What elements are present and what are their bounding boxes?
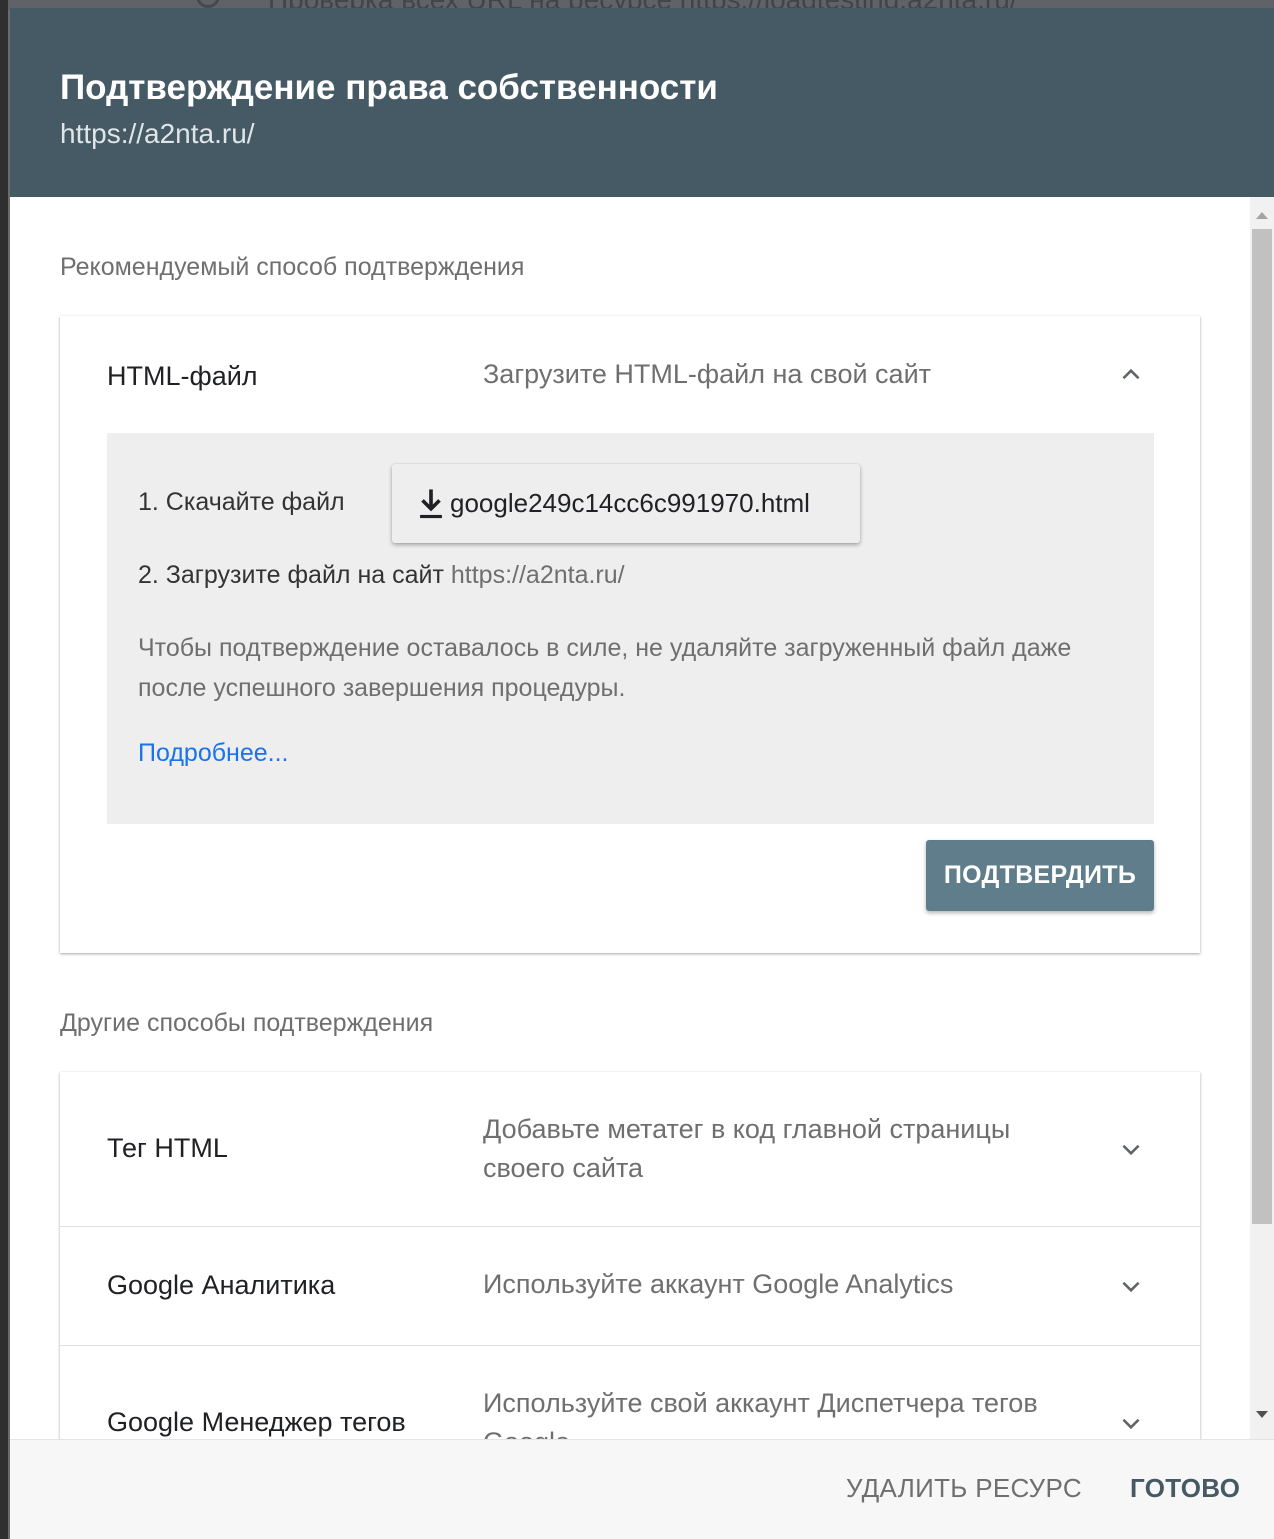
- dialog-footer: УДАЛИТЬ РЕСУРС ГОТОВО: [10, 1439, 1274, 1539]
- search-icon: [196, 0, 220, 8]
- step-1-label: 1. Скачайте файл: [138, 488, 345, 516]
- html-file-instructions-panel: 1. Скачайте файл google249c14cc6c991970.…: [107, 433, 1154, 824]
- method-description: Используйте аккаунт Google Analytics: [483, 1269, 954, 1299]
- dialog-subtitle: https://a2nta.ru/: [60, 118, 255, 149]
- method-name: HTML-файл: [107, 361, 258, 391]
- download-filename: google249c14cc6c991970.html: [450, 488, 810, 518]
- method-row-google-analytics[interactable]: Google Аналитика Используйте аккаунт Goo…: [60, 1227, 1200, 1346]
- method-row-google-tag-manager[interactable]: Google Менеджер тегов Используйте свой а…: [60, 1346, 1200, 1439]
- delete-resource-button[interactable]: УДАЛИТЬ РЕСУРС: [846, 1473, 1082, 1504]
- method-description: Добавьте метатег в код главной страницы …: [483, 1114, 1011, 1183]
- method-name: Google Аналитика: [107, 1270, 336, 1300]
- step-2-url: https://a2nta.ru/: [450, 561, 625, 589]
- dialog-scroll-area[interactable]: Рекомендуемый способ подтверждения HTML-…: [10, 197, 1274, 1439]
- method-description: Загрузите HTML-файл на свой сайт: [483, 359, 932, 389]
- recommended-section-label: Рекомендуемый способ подтверждения: [60, 253, 525, 281]
- chevron-down-icon[interactable]: [1118, 1273, 1144, 1299]
- chevron-down-icon[interactable]: [1118, 1136, 1144, 1162]
- background-left-edge: [0, 0, 8, 1539]
- ownership-verification-dialog: Подтверждение права собственности https:…: [10, 8, 1274, 1539]
- learn-more-link[interactable]: Подробнее...: [138, 739, 289, 768]
- method-row-html-tag[interactable]: Тег HTML Добавьте метатег в код главной …: [60, 1072, 1200, 1227]
- download-file-button[interactable]: google249c14cc6c991970.html: [392, 464, 860, 543]
- dialog-title: Подтверждение права собственности: [60, 68, 718, 107]
- recommended-method-card: HTML-файл Загрузите HTML-файл на свой са…: [60, 316, 1200, 953]
- verification-note: Чтобы подтверждение оставалось в силе, н…: [138, 634, 1072, 702]
- dialog-scrollbar[interactable]: [1250, 197, 1274, 1439]
- confirm-button[interactable]: ПОДТВЕРДИТЬ: [926, 840, 1154, 911]
- method-description: Используйте свой аккаунт Диспетчера тего…: [483, 1388, 1038, 1439]
- scroll-up-arrow-icon[interactable]: [1250, 203, 1274, 227]
- dialog-header: Подтверждение права собственности https:…: [10, 8, 1274, 197]
- download-icon: [416, 487, 446, 521]
- other-methods-card: Тег HTML Добавьте метатег в код главной …: [60, 1072, 1200, 1439]
- method-name: Google Менеджер тегов: [107, 1407, 406, 1437]
- chevron-down-icon[interactable]: [1118, 1410, 1144, 1436]
- chevron-up-icon[interactable]: [1118, 362, 1144, 388]
- scroll-down-arrow-icon[interactable]: [1250, 1403, 1274, 1427]
- step-2-text: 2. Загрузите файл на сайт: [138, 561, 444, 589]
- scrollbar-thumb[interactable]: [1252, 229, 1272, 1224]
- step-2-label: 2. Загрузите файл на сайт https://a2nta.…: [138, 561, 625, 590]
- done-button[interactable]: ГОТОВО: [1130, 1473, 1240, 1504]
- method-name: Тег HTML: [107, 1133, 228, 1163]
- other-methods-section-label: Другие способы подтверждения: [60, 1009, 434, 1037]
